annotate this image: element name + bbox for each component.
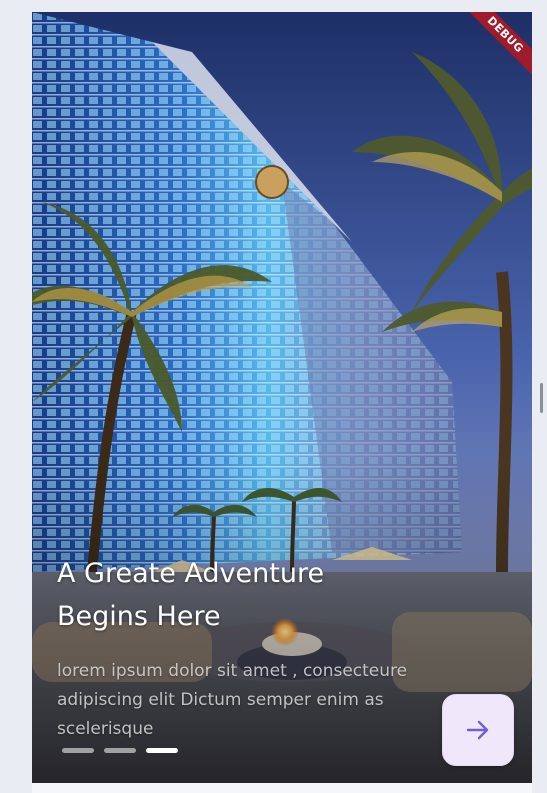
scrollbar-handle[interactable] — [540, 383, 543, 413]
onboarding-description: lorem ipsum dolor sit amet , consecteure… — [57, 661, 408, 739]
onboarding-title: A Greate Adventure Begins Here — [57, 558, 325, 632]
app-window: A Greate Adventure Begins Here lorem ips… — [0, 0, 547, 793]
onboarding-screen: A Greate Adventure Begins Here lorem ips… — [32, 12, 532, 783]
next-button[interactable] — [442, 694, 514, 766]
page-dot-active[interactable] — [146, 747, 178, 753]
page-indicator — [62, 747, 178, 753]
arrow-right-icon — [466, 720, 489, 740]
page-dot[interactable] — [62, 747, 94, 753]
page-dot[interactable] — [104, 747, 136, 753]
bottom-strip — [32, 783, 532, 793]
